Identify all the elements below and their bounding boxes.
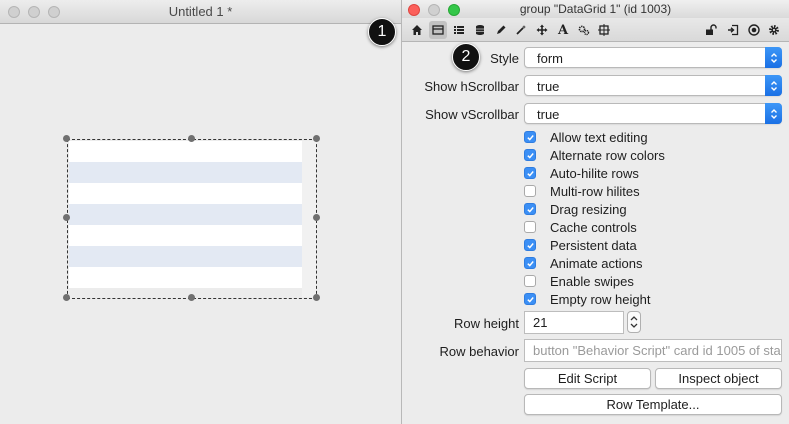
checkmark-icon[interactable] xyxy=(524,239,536,251)
list-icon[interactable] xyxy=(450,21,468,39)
checkbox-label: Drag resizing xyxy=(550,201,627,217)
inspector-toolbar: A xyxy=(402,18,789,42)
wand-icon[interactable] xyxy=(512,21,530,39)
datagrid-row xyxy=(69,162,303,183)
show-hscrollbar-select[interactable]: true xyxy=(524,75,782,96)
show-hscrollbar-label: Show hScrollbar xyxy=(424,79,519,94)
chevron-updown-icon xyxy=(765,47,782,68)
checkbox-persistent-data[interactable]: Persistent data xyxy=(524,236,637,254)
pencil-icon[interactable] xyxy=(492,21,510,39)
sign-in-icon[interactable] xyxy=(724,21,742,39)
row-height-label: Row height xyxy=(453,316,519,331)
row-template-button[interactable]: Row Template... xyxy=(524,394,782,415)
row-behavior-field[interactable]: button "Behavior Script" card id 1005 of… xyxy=(524,339,782,362)
stack-window-title: Untitled 1 * xyxy=(168,4,233,19)
lock-icon[interactable] xyxy=(702,21,720,39)
checkbox-empty[interactable] xyxy=(524,221,536,233)
move-icon[interactable] xyxy=(533,21,551,39)
stack-window: Untitled 1 * xyxy=(0,0,402,424)
checkbox-drag-resizing[interactable]: Drag resizing xyxy=(524,200,627,218)
inspect-object-button[interactable]: Inspect object xyxy=(655,368,782,389)
datagrid-row xyxy=(69,225,303,246)
datagrid-row xyxy=(69,246,303,267)
style-label: Style xyxy=(490,51,519,66)
checkbox-cache-controls[interactable]: Cache controls xyxy=(524,218,637,236)
basic-properties-icon[interactable] xyxy=(429,21,447,39)
home-icon[interactable] xyxy=(408,21,426,39)
row-behavior-label: Row behavior xyxy=(439,344,520,359)
style-select-value: form xyxy=(537,51,563,66)
checkbox-multi-row-hilites[interactable]: Multi-row hilites xyxy=(524,182,640,200)
resize-icon[interactable] xyxy=(595,21,613,39)
checkbox-empty-row-height[interactable]: Empty row height xyxy=(524,290,650,308)
chevron-updown-icon xyxy=(765,75,782,96)
checkbox-label: Enable swipes xyxy=(550,273,634,289)
datagrid-row xyxy=(69,183,303,204)
callout-badge-2: 2 xyxy=(452,43,480,71)
selection-handle-bottom-right[interactable] xyxy=(313,294,320,301)
checkbox-label: Multi-row hilites xyxy=(550,183,640,199)
checkbox-label: Persistent data xyxy=(550,237,637,253)
checkbox-label: Alternate row colors xyxy=(550,147,665,163)
database-icon[interactable] xyxy=(471,21,489,39)
checkbox-label: Empty row height xyxy=(550,291,651,307)
show-vscrollbar-label: Show vScrollbar xyxy=(425,107,519,122)
row-height-stepper[interactable] xyxy=(627,311,641,333)
show-hscrollbar-value: true xyxy=(537,79,560,94)
checkmark-icon[interactable] xyxy=(524,131,536,143)
checkmark-icon[interactable] xyxy=(524,167,536,179)
checkbox-alternate-row-colors[interactable]: Alternate row colors xyxy=(524,146,665,164)
selection-handle-top-right[interactable] xyxy=(313,135,320,142)
datagrid-row xyxy=(69,267,303,288)
chevron-updown-icon xyxy=(765,103,782,124)
checkmark-icon[interactable] xyxy=(524,203,536,215)
datagrid-control[interactable] xyxy=(67,139,317,299)
checkmark-icon[interactable] xyxy=(524,257,536,269)
checkbox-label: Cache controls xyxy=(550,219,637,235)
selection-handle-bottom[interactable] xyxy=(188,294,195,301)
text-icon[interactable]: A xyxy=(554,21,572,39)
checkbox-auto-hilite-rows[interactable]: Auto-hilite rows xyxy=(524,164,639,182)
callout-badge-1: 1 xyxy=(368,18,396,46)
checkbox-empty[interactable] xyxy=(524,275,536,287)
datagrid-row xyxy=(69,141,303,162)
show-vscrollbar-value: true xyxy=(537,107,560,122)
show-vscrollbar-select[interactable]: true xyxy=(524,103,782,124)
checkbox-empty[interactable] xyxy=(524,185,536,197)
selection-handle-top[interactable] xyxy=(188,135,195,142)
checkbox-allow-text-editing[interactable]: Allow text editing xyxy=(524,128,648,146)
selection-handle-left[interactable] xyxy=(63,214,70,221)
checkbox-animate-actions[interactable]: Animate actions xyxy=(524,254,643,272)
gears-icon[interactable] xyxy=(575,21,593,39)
checkmark-icon[interactable] xyxy=(524,149,536,161)
datagrid-row xyxy=(69,204,303,225)
checkmark-icon[interactable] xyxy=(524,293,536,305)
checkbox-label: Animate actions xyxy=(550,255,643,271)
selection-handle-bottom-left[interactable] xyxy=(63,294,70,301)
datagrid-rows xyxy=(69,141,303,290)
target-icon[interactable] xyxy=(745,21,763,39)
style-select[interactable]: form xyxy=(524,47,782,68)
selection-handle-right[interactable] xyxy=(313,214,320,221)
stack-window-titlebar[interactable]: Untitled 1 * xyxy=(0,0,401,24)
checkbox-label: Allow text editing xyxy=(550,129,648,145)
checkbox-label: Auto-hilite rows xyxy=(550,165,639,181)
edit-script-button[interactable]: Edit Script xyxy=(524,368,651,389)
selection-handle-top-left[interactable] xyxy=(63,135,70,142)
gear-icon[interactable] xyxy=(765,21,783,39)
inspector-title: group "DataGrid 1" (id 1003) xyxy=(519,2,672,16)
inspector-titlebar[interactable]: group "DataGrid 1" (id 1003) xyxy=(402,0,789,18)
row-height-field[interactable]: 21 xyxy=(524,311,624,334)
checkbox-enable-swipes[interactable]: Enable swipes xyxy=(524,272,634,290)
